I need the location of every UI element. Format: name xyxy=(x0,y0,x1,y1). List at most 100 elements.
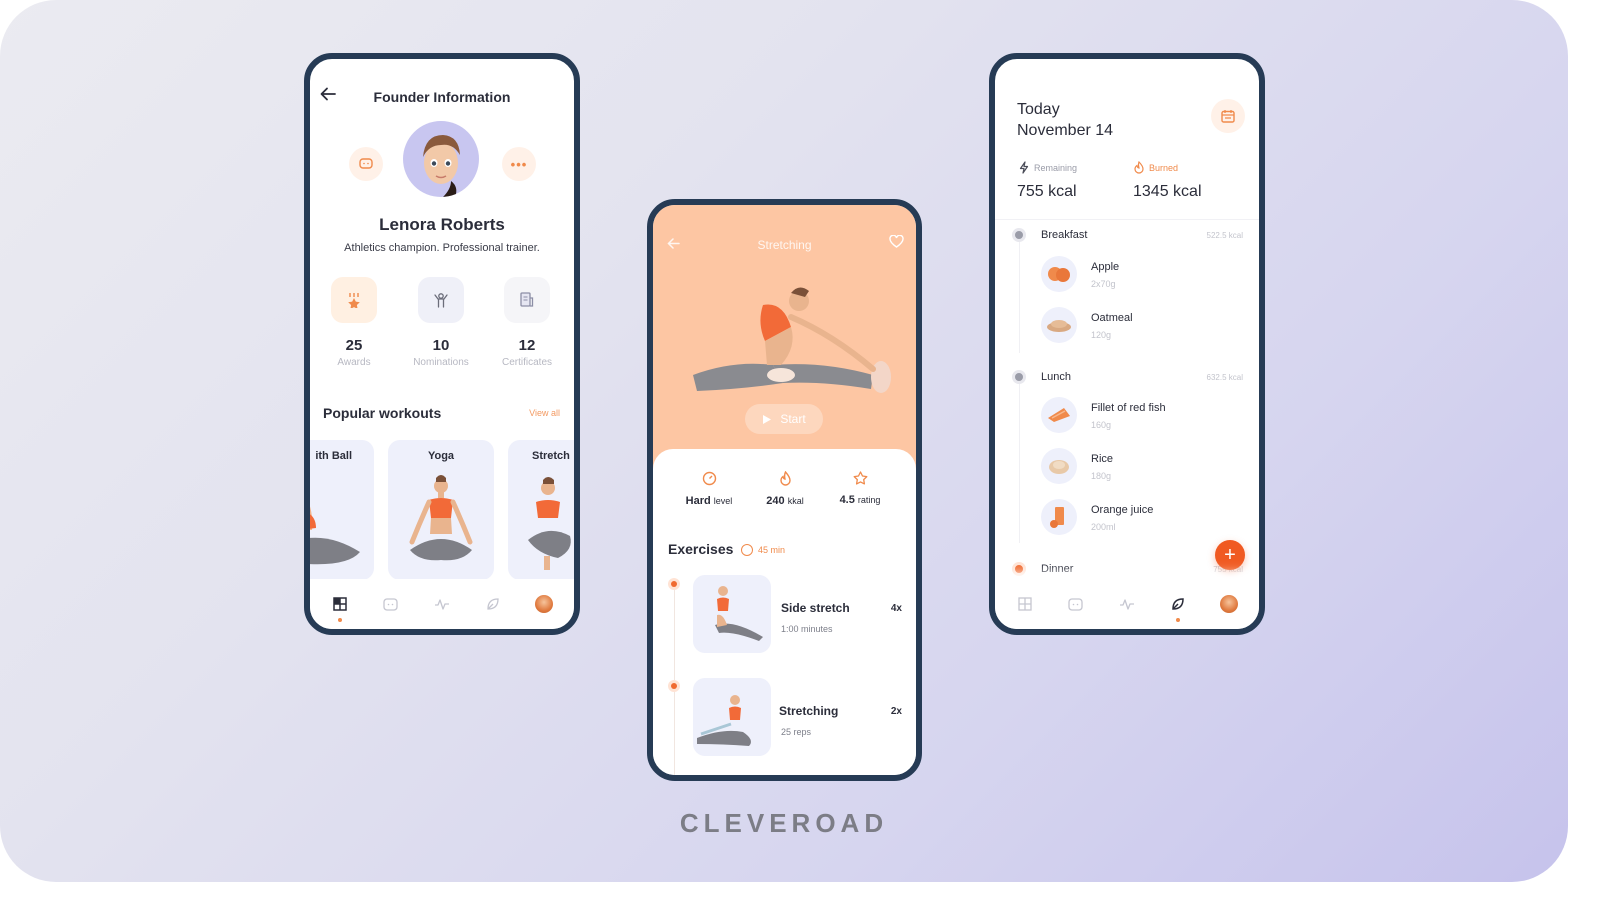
exercise-name[interactable]: Stretching xyxy=(779,704,838,718)
nav-dashboard[interactable] xyxy=(1007,584,1043,624)
stat-label: Awards xyxy=(337,357,371,368)
more-icon: ••• xyxy=(510,156,528,172)
exercises-duration: 45 min xyxy=(741,544,785,556)
meta-unit: kkal xyxy=(787,496,804,506)
award-icon xyxy=(331,277,377,323)
start-label: Start xyxy=(780,412,806,426)
food-name[interactable]: Rice xyxy=(1091,453,1113,465)
more-options-button[interactable]: ••• xyxy=(502,147,536,181)
stat-certificates[interactable]: 12 Certificates xyxy=(487,277,567,368)
message-button[interactable] xyxy=(349,147,383,181)
start-button[interactable]: Start xyxy=(745,404,823,434)
remaining-value: 755 kcal xyxy=(1017,183,1077,200)
day-label: Today xyxy=(1017,101,1060,118)
burned-value: 1345 kcal xyxy=(1133,183,1202,200)
timeline-line xyxy=(1019,241,1020,353)
nav-activity[interactable] xyxy=(1109,584,1145,624)
exercise-thumbnail[interactable] xyxy=(693,678,771,756)
trophy-person-icon xyxy=(418,277,464,323)
workout-title: Yoga xyxy=(427,450,455,462)
chat-icon xyxy=(383,597,398,611)
nav-nutrition[interactable] xyxy=(475,584,511,624)
exercise-duration: 1:00 minutes xyxy=(781,624,833,634)
star-icon xyxy=(820,471,900,488)
nav-activity[interactable] xyxy=(424,584,460,624)
meal-title-breakfast[interactable]: Breakfast xyxy=(1041,229,1087,241)
background-canvas: Founder Information ••• Lenora Roberts A… xyxy=(0,0,1568,882)
date-header: Today November 14 xyxy=(1017,99,1113,141)
dashboard-icon xyxy=(332,597,347,611)
exercise-thumbnail[interactable] xyxy=(693,575,771,653)
workout-card[interactable]: Stretch xyxy=(508,440,574,580)
meta-calories: 240 kkal xyxy=(745,470,825,507)
stat-nominations[interactable]: 10 Nominations xyxy=(401,277,481,368)
exercise-name[interactable]: Side stretch xyxy=(781,601,850,615)
play-icon xyxy=(763,414,772,424)
certificate-icon xyxy=(504,277,550,323)
clock-icon xyxy=(741,544,753,556)
profile-name: Lenora Roberts xyxy=(379,215,505,234)
food-name[interactable]: Orange juice xyxy=(1091,504,1153,516)
avatar-icon xyxy=(1220,595,1239,613)
view-all-link[interactable]: View all xyxy=(529,408,560,418)
timeline-line xyxy=(1019,383,1020,543)
calendar-button[interactable] xyxy=(1211,99,1245,133)
phone-stretching-screen: Stretching Start Hard level 240 kkal 4.5 xyxy=(647,199,922,781)
exercise-count: 4x xyxy=(890,603,902,614)
meta-value: 4.5 xyxy=(839,494,855,506)
apple-icon xyxy=(1041,256,1077,292)
meal-dot xyxy=(1015,373,1023,381)
timeline-dot xyxy=(671,683,677,689)
duration-value: 45 min xyxy=(758,545,786,555)
plus-icon: + xyxy=(1224,543,1236,566)
section-title-popular-workouts: Popular workouts xyxy=(323,405,442,421)
bottom-navigation xyxy=(310,579,574,629)
profile-avatar xyxy=(403,121,479,197)
brand-logo-text: CLEVEROAD xyxy=(679,808,889,838)
food-name[interactable]: Apple xyxy=(1091,261,1119,273)
nav-chat[interactable] xyxy=(1058,584,1094,624)
meal-title-dinner[interactable]: Dinner xyxy=(1041,563,1073,575)
burned-label: Burned xyxy=(1134,161,1178,174)
calendar-icon xyxy=(1221,110,1235,123)
workout-illustration xyxy=(528,477,571,570)
profile-bio: Athletics champion. Professional trainer… xyxy=(344,242,540,254)
workout-card[interactable]: ith Ball xyxy=(310,440,374,580)
phone-nutrition-screen: Today November 14 Remaining Burned 755 k… xyxy=(989,53,1265,635)
leaf-icon xyxy=(1172,598,1184,610)
avatar-icon xyxy=(535,595,554,613)
screen-title: Stretching xyxy=(757,238,812,252)
nav-dashboard[interactable] xyxy=(322,584,358,624)
nav-profile[interactable] xyxy=(1211,584,1247,624)
nav-profile[interactable] xyxy=(526,584,562,624)
activity-icon xyxy=(434,599,449,610)
fish-icon xyxy=(1041,397,1077,433)
remaining-label: Remaining xyxy=(1019,161,1077,174)
timeline-dot xyxy=(671,581,677,587)
avatar-illustration xyxy=(423,135,460,197)
screen-title: Founder Information xyxy=(373,89,511,105)
timeline-line xyxy=(674,581,675,775)
food-quantity: 180g xyxy=(1091,471,1112,481)
meal-title-lunch[interactable]: Lunch xyxy=(1041,371,1071,383)
chat-icon xyxy=(359,158,373,169)
meal-dot xyxy=(1015,231,1023,239)
meta-rating: 4.5 rating xyxy=(820,471,900,506)
nav-nutrition[interactable] xyxy=(1160,584,1196,624)
stat-value: 10 xyxy=(432,337,450,354)
divider xyxy=(995,219,1259,220)
add-meal-button[interactable]: + xyxy=(1215,540,1245,570)
workout-card[interactable]: Yoga xyxy=(388,440,494,580)
food-name[interactable]: Fillet of red fish xyxy=(1091,402,1166,414)
food-quantity: 200ml xyxy=(1091,522,1116,532)
stat-value: 25 xyxy=(345,337,363,354)
gauge-icon xyxy=(669,471,749,489)
food-name[interactable]: Oatmeal xyxy=(1091,312,1133,324)
dashboard-icon xyxy=(1017,597,1032,611)
workout-title: ith Ball xyxy=(315,450,352,462)
nav-chat[interactable] xyxy=(373,584,409,624)
food-quantity: 160g xyxy=(1091,420,1112,430)
stat-awards[interactable]: 25 Awards xyxy=(314,277,394,368)
favorite-button[interactable] xyxy=(889,234,904,252)
phone-founder-screen: Founder Information ••• Lenora Roberts A… xyxy=(304,53,580,635)
